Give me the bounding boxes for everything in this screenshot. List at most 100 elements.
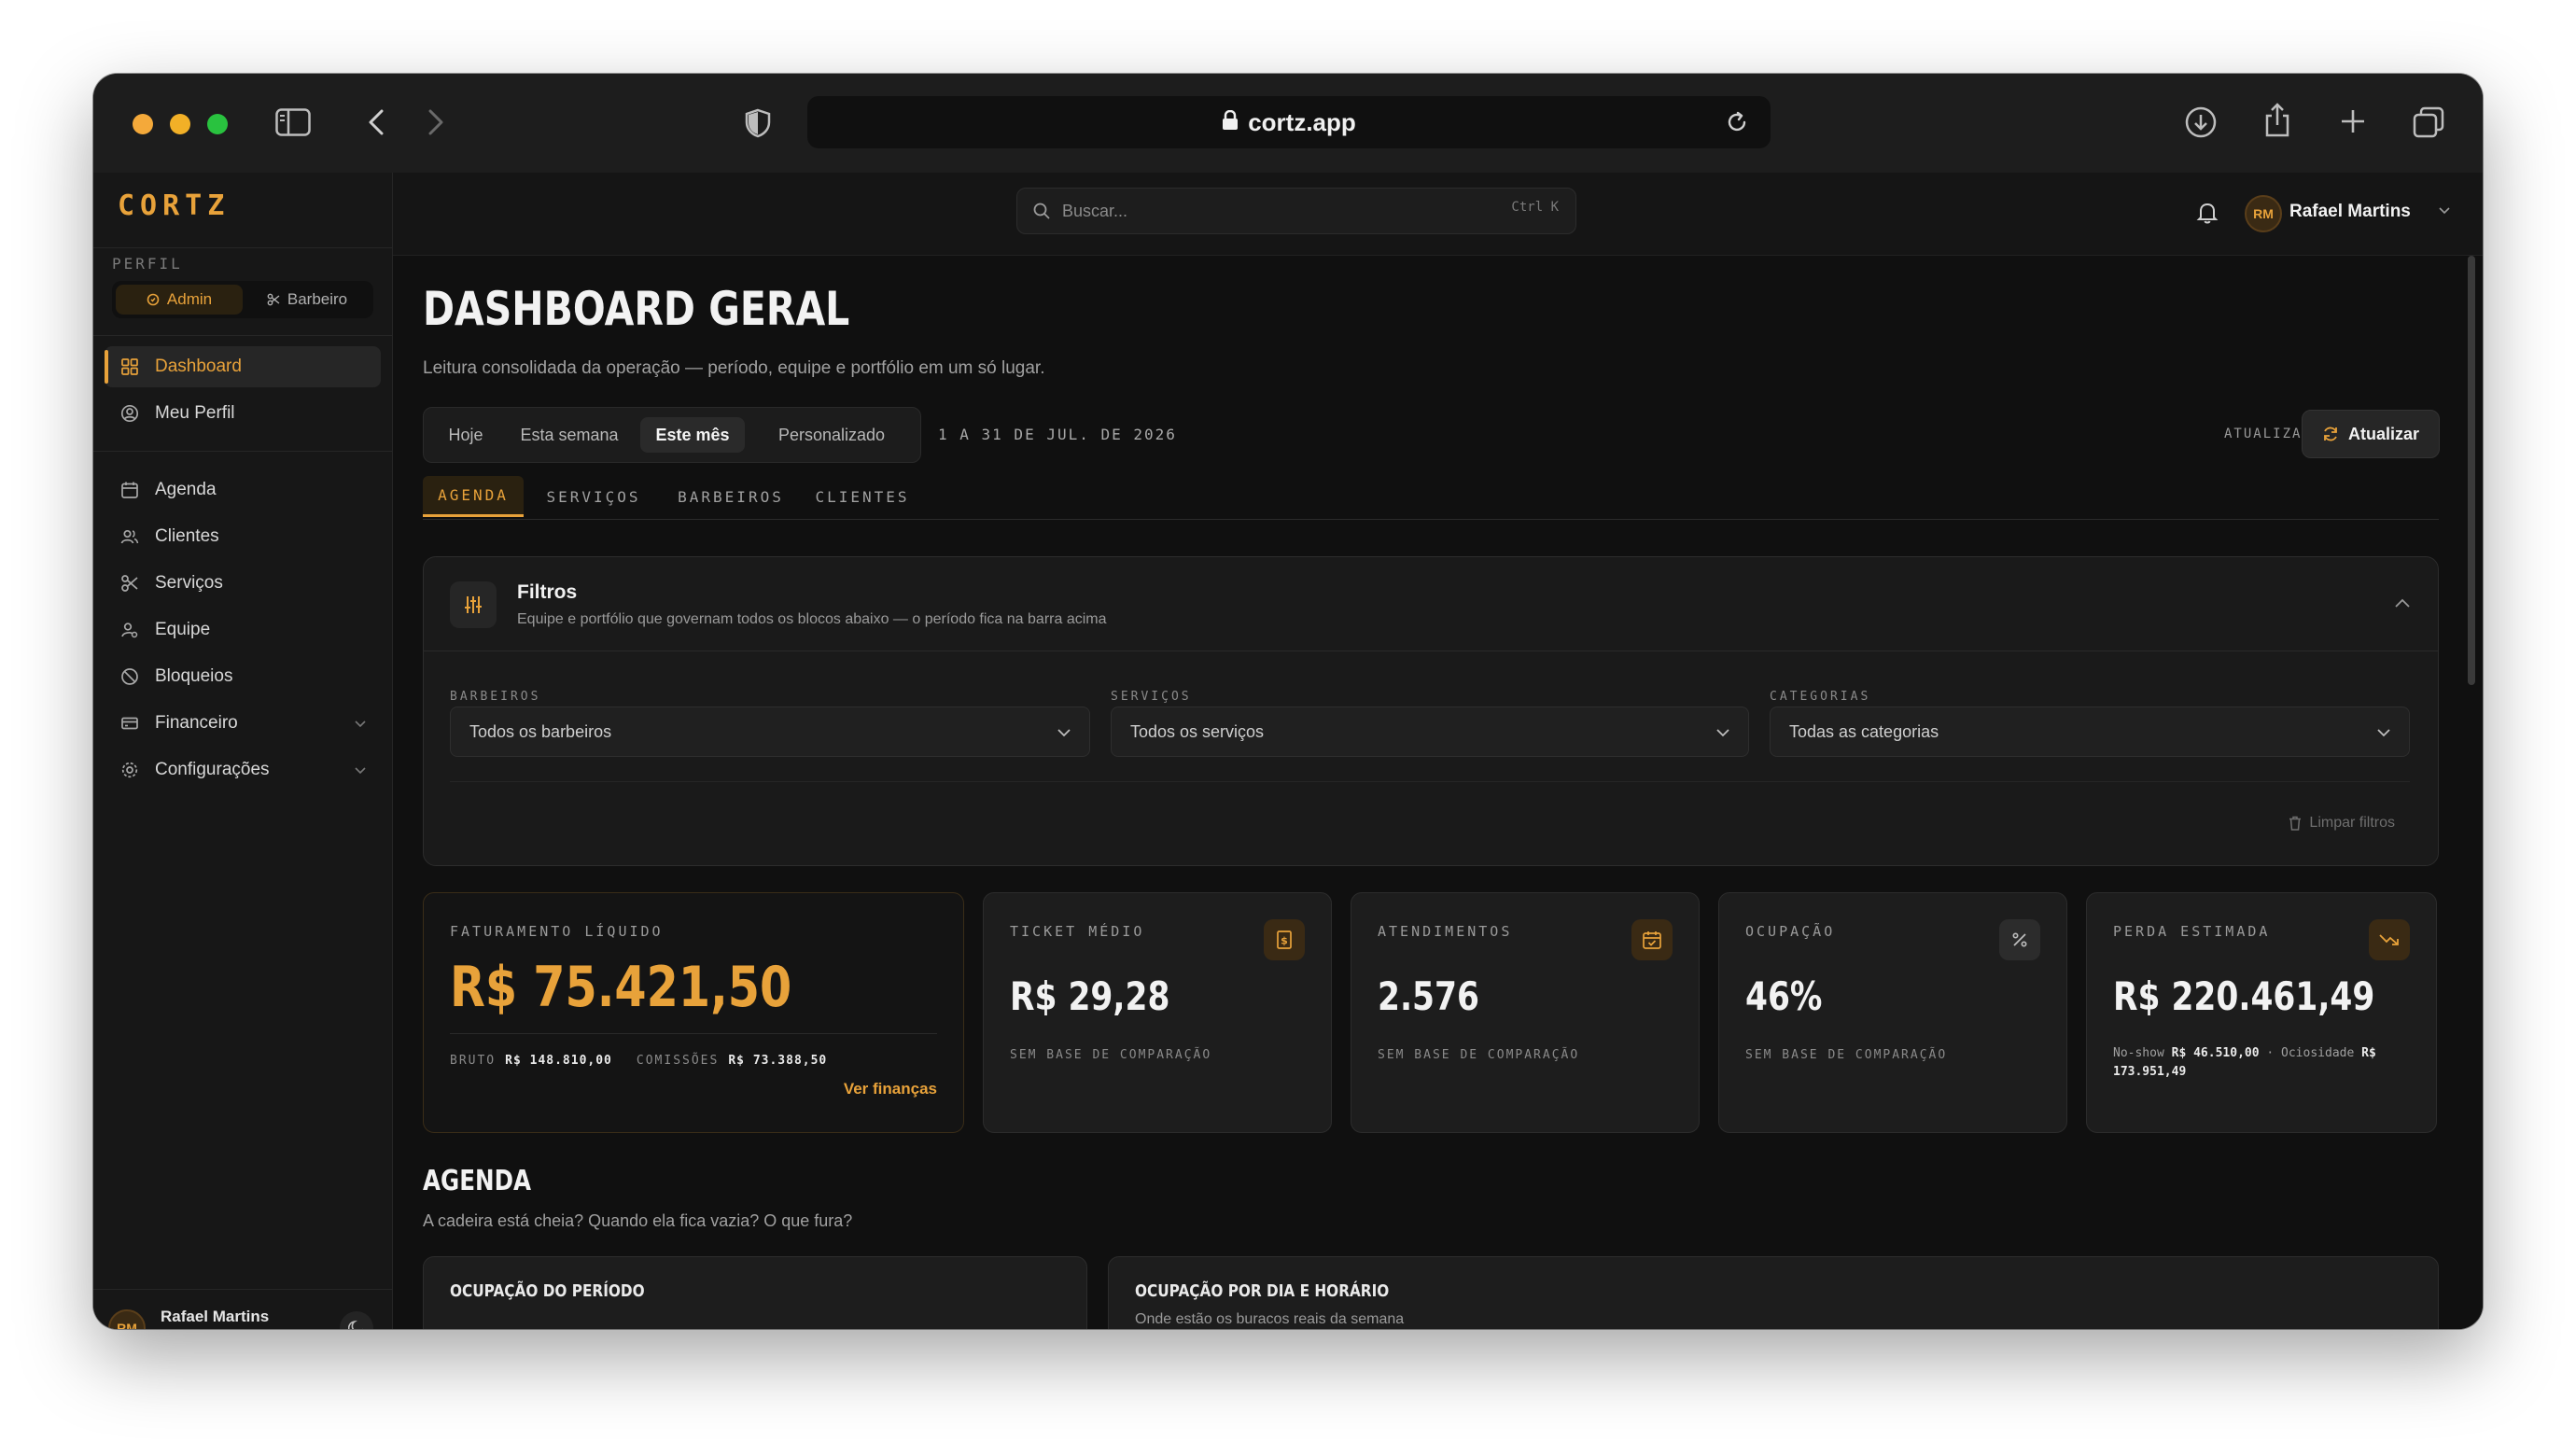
- back-icon[interactable]: [364, 107, 388, 137]
- downloads-icon[interactable]: [2184, 105, 2218, 139]
- ver-financas-link[interactable]: Ver finanças: [844, 1080, 937, 1098]
- forward-icon[interactable]: [424, 107, 448, 137]
- noshow-value: R$ 46.510,00: [2171, 1046, 2260, 1060]
- commission-label: COMISSÕES: [636, 1054, 720, 1068]
- footer-user-name: Rafael Martins: [161, 1308, 270, 1325]
- kpi-atendimentos-value: 2.576: [1378, 973, 1479, 1019]
- gross-label: BRUTO: [450, 1054, 497, 1068]
- lock-icon: [1222, 108, 1239, 137]
- sidebar-item-label: Configurações: [155, 760, 270, 779]
- sidebar-item-label: Equipe: [155, 620, 211, 639]
- avatar[interactable]: RM: [108, 1309, 146, 1329]
- sidebar-item-dashboard[interactable]: Dashboard: [105, 346, 381, 387]
- user-circle-icon: [119, 403, 140, 424]
- kpi-ocupacao-value: 46%: [1745, 973, 1823, 1019]
- svg-text:$: $: [1281, 935, 1288, 947]
- brand-logo[interactable]: CORTZ: [118, 189, 230, 222]
- clear-filters-button[interactable]: Limpar filtros: [2289, 815, 2395, 832]
- sidebar-item-configuracoes[interactable]: Configurações: [105, 749, 381, 790]
- tab-servicos[interactable]: SERVIÇOS: [539, 476, 649, 517]
- divider: [450, 781, 2410, 782]
- main-content: DASHBOARD GERAL Leitura consolidada da o…: [393, 256, 2483, 1329]
- search-input[interactable]: Buscar... Ctrl K: [1016, 188, 1576, 234]
- sidebar-toggle-icon[interactable]: [274, 107, 312, 137]
- filter-label-categorias: CATEGORIAS: [1770, 690, 1871, 704]
- clear-filters-label: Limpar filtros: [2309, 815, 2395, 831]
- sidebar-item-clientes[interactable]: Clientes: [105, 516, 381, 557]
- kpi-label: PERDA ESTIMADA: [2113, 923, 2271, 940]
- chevron-down-icon[interactable]: [2439, 207, 2450, 215]
- bell-icon[interactable]: [2196, 201, 2219, 225]
- new-tab-icon[interactable]: [2339, 107, 2367, 135]
- chevron-down-icon: [2377, 722, 2390, 742]
- dashboard-icon: [119, 357, 140, 377]
- section-tabs: AGENDA SERVIÇOS BARBEIROS CLIENTES: [423, 476, 2439, 520]
- user-avatar[interactable]: RM: [2245, 195, 2282, 232]
- kpi-note: SEM BASE DE COMPARAÇÃO: [1745, 1048, 1948, 1062]
- kpi-label: TICKET MÉDIO: [1010, 923, 1145, 940]
- privacy-shield-icon[interactable]: [743, 107, 773, 139]
- period-hoje-button[interactable]: Hoje: [431, 417, 500, 453]
- filters-description: Equipe e portfólio que governam todos os…: [517, 611, 1107, 627]
- filters-panel: Filtros Equipe e portfólio que governam …: [423, 556, 2439, 866]
- moon-icon: [348, 1320, 365, 1329]
- topbar: Buscar... Ctrl K RM Rafael Martins: [393, 173, 2483, 256]
- filters-header[interactable]: Filtros Equipe e portfólio que governam …: [424, 557, 2438, 651]
- divider: [450, 1033, 937, 1034]
- refresh-button[interactable]: Atualizar: [2302, 410, 2440, 458]
- kpi-loss-value: R$ 220.461,49: [2113, 973, 2375, 1019]
- scrollbar[interactable]: [2468, 256, 2475, 685]
- sidebar-item-bloqueios[interactable]: Bloqueios: [105, 656, 381, 697]
- reload-icon[interactable]: [1726, 111, 1748, 140]
- kpi-note: SEM BASE DE COMPARAÇÃO: [1378, 1048, 1580, 1062]
- categorias-select[interactable]: Todas as categorias: [1770, 707, 2410, 757]
- tab-barbeiros[interactable]: BARBEIROS: [669, 476, 792, 517]
- scissors-icon: [119, 573, 140, 594]
- sidebar-item-agenda[interactable]: Agenda: [105, 469, 381, 511]
- sidebar-item-equipe[interactable]: Equipe: [105, 609, 381, 651]
- servicos-select[interactable]: Todos os serviços: [1111, 707, 1749, 757]
- kpi-label: OCUPAÇÃO: [1745, 923, 1836, 940]
- kpi-loss-card: PERDA ESTIMADA R$ 220.461,49 No-show R$ …: [2086, 892, 2437, 1133]
- chevron-up-icon[interactable]: [2395, 598, 2410, 608]
- role-barbeiro-button[interactable]: Barbeiro: [245, 285, 370, 315]
- minimize-window-button[interactable]: [170, 114, 190, 134]
- sidebar-item-financeiro[interactable]: Financeiro: [105, 703, 381, 744]
- user-menu-name[interactable]: Rafael Martins: [2289, 202, 2411, 222]
- kpi-ocupacao-card: OCUPAÇÃO 46% SEM BASE DE COMPARAÇÃO: [1718, 892, 2067, 1133]
- card-subtitle: Onde estão os buracos reais da semana: [1135, 1311, 1405, 1327]
- zoom-window-button[interactable]: [207, 114, 228, 134]
- close-window-button[interactable]: [133, 114, 153, 134]
- period-mes-button[interactable]: Este mês: [640, 417, 745, 453]
- tab-overview-icon[interactable]: [2412, 105, 2445, 139]
- search-placeholder: Buscar...: [1062, 201, 1128, 220]
- sidebar-item-label: Meu Perfil: [155, 403, 235, 423]
- kpi-revenue-value: R$ 75.421,50: [450, 955, 792, 1020]
- filters-title: Filtros: [517, 581, 578, 603]
- barbeiros-select[interactable]: Todos os barbeiros: [450, 707, 1090, 757]
- categorias-select-value: Todas as categorias: [1789, 721, 1939, 741]
- sidebar-item-meu-perfil[interactable]: Meu Perfil: [105, 393, 381, 434]
- theme-toggle-button[interactable]: [340, 1311, 373, 1329]
- role-toggle: Admin Barbeiro: [112, 281, 373, 318]
- sidebar-item-label: Serviços: [155, 573, 223, 593]
- address-bar[interactable]: cortz.app: [807, 96, 1771, 148]
- period-semana-button[interactable]: Esta semana: [508, 417, 631, 453]
- profile-section-label: PERFIL: [112, 255, 183, 273]
- occupancy-period-card: OCUPAÇÃO DO PERÍODO: [423, 1256, 1087, 1329]
- sidebar-item-servicos[interactable]: Serviços: [105, 563, 381, 604]
- card-title: OCUPAÇÃO POR DIA E HORÁRIO: [1135, 1281, 1390, 1301]
- tab-clientes[interactable]: CLIENTES: [809, 476, 916, 517]
- kpi-revenue-card: FATURAMENTO LÍQUIDO R$ 75.421,50 BRUTO R…: [423, 892, 964, 1133]
- calendar-icon: [119, 480, 140, 500]
- sidebar: CORTZ PERFIL Admin Barbeiro Dashboard Me…: [93, 173, 393, 1329]
- share-icon[interactable]: [2262, 102, 2292, 139]
- shield-icon: [147, 293, 160, 306]
- kpi-label: FATURAMENTO LÍQUIDO: [450, 923, 664, 940]
- role-admin-button[interactable]: Admin: [116, 285, 243, 315]
- users-icon: [119, 526, 140, 547]
- tab-agenda[interactable]: AGENDA: [423, 476, 524, 517]
- calendar-check-icon: [1631, 919, 1673, 960]
- period-personalizado-button[interactable]: Personalizado: [752, 417, 911, 453]
- filter-label-servicos: SERVIÇOS: [1111, 690, 1192, 704]
